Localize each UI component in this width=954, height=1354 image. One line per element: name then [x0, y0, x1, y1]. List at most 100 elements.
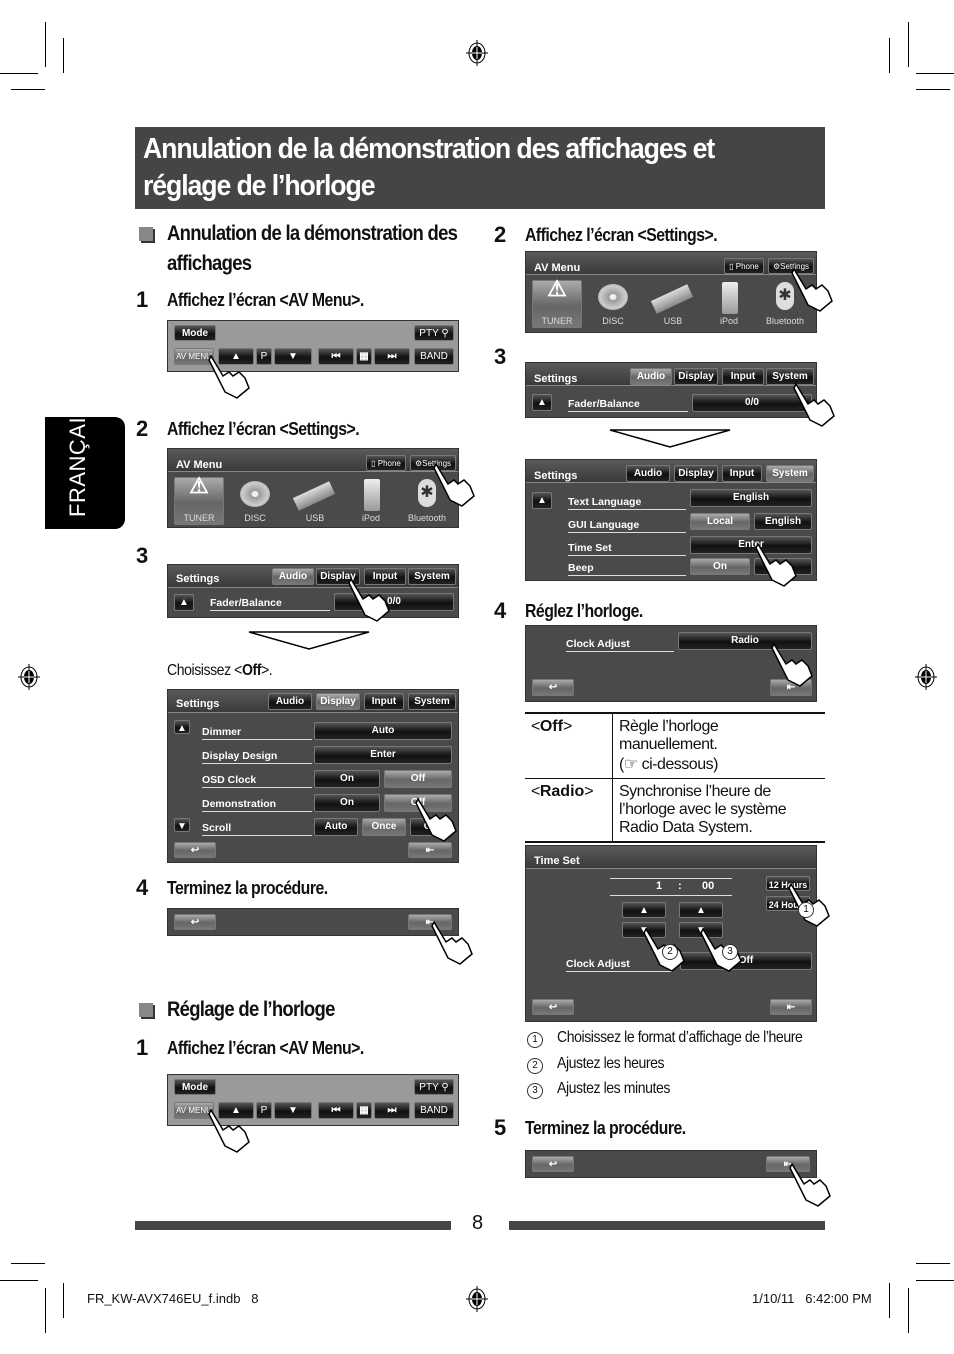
pty-search-button[interactable]: PTY ⚲: [414, 1079, 454, 1095]
row-label-gui-language: GUI Language: [568, 519, 686, 533]
preset-down-button[interactable]: ▼: [274, 1102, 312, 1119]
ipod-icon[interactable]: [722, 282, 738, 314]
step-text: Affichez l’écran <Settings>.: [525, 225, 718, 245]
osd-clock-on-button[interactable]: On: [314, 770, 380, 788]
tab-system[interactable]: System: [408, 568, 456, 585]
phone-button[interactable]: ▯ Phone: [366, 455, 406, 471]
crop-mark: [45, 1288, 46, 1333]
hour-up-button[interactable]: ▲: [622, 902, 666, 918]
demonstration-on-button[interactable]: On: [314, 794, 380, 812]
source-ipod-label: iPod: [361, 513, 380, 523]
settings-audio-screen: Settings Audio Display Input System ▲ Fa…: [525, 362, 817, 418]
next-track-button[interactable]: ⏭: [374, 348, 410, 365]
band-button[interactable]: BAND: [414, 1102, 454, 1119]
source-usb-label: USB: [663, 316, 683, 326]
exit-button[interactable]: ⇤: [770, 999, 812, 1015]
back-button[interactable]: ↩: [174, 842, 216, 858]
gui-language-local-button[interactable]: Local: [690, 513, 750, 530]
row-label-osd-clock: OSD Clock: [202, 774, 312, 788]
scroll-down-button[interactable]: ▼: [174, 818, 190, 832]
tab-display[interactable]: Display: [674, 368, 718, 385]
screen-title: AV Menu: [534, 262, 581, 274]
back-button[interactable]: ↩: [532, 679, 574, 696]
tab-audio[interactable]: Audio: [268, 693, 312, 710]
tuner-tower-icon: ⚠: [547, 276, 567, 301]
minute-value: 00: [702, 880, 715, 892]
osd-clock-off-button[interactable]: Off: [384, 770, 452, 788]
pty-search-button[interactable]: PTY ⚲: [414, 325, 454, 341]
previous-track-button[interactable]: ⏮: [318, 1102, 354, 1119]
tab-audio[interactable]: Audio: [626, 465, 670, 482]
crop-mark: [889, 1283, 890, 1318]
usb-icon[interactable]: [292, 481, 336, 511]
preset-down-button[interactable]: ▼: [274, 348, 312, 365]
usb-icon[interactable]: [650, 284, 694, 314]
pointing-hand-icon: [771, 642, 813, 687]
beep-on-button[interactable]: On: [690, 558, 750, 575]
phone-button[interactable]: ▯ Phone: [724, 258, 764, 274]
scroll-auto-button[interactable]: Auto: [314, 818, 358, 836]
pointing-hand-icon: [208, 1108, 250, 1153]
previous-track-button[interactable]: ⏮: [318, 348, 354, 365]
tab-input[interactable]: Input: [364, 693, 404, 710]
note-text: Ajustez les minutes: [557, 1080, 670, 1097]
preset-p-button[interactable]: P: [256, 1102, 272, 1119]
step-text: Affichez l’écran <AV Menu>.: [167, 290, 364, 310]
ipod-icon[interactable]: [364, 479, 380, 511]
tab-display[interactable]: Display: [316, 693, 360, 710]
tab-system[interactable]: System: [408, 693, 456, 710]
page-title: Annulation de la démonstration des affic…: [143, 133, 715, 202]
text-language-value-button[interactable]: English: [690, 489, 812, 507]
step-number: 1: [136, 1035, 149, 1060]
step-number: 3: [136, 543, 149, 568]
band-button[interactable]: BAND: [414, 348, 454, 365]
step-text: Terminez la procédure.: [525, 1118, 686, 1138]
disc-icon[interactable]: [598, 284, 628, 310]
scroll-once-button[interactable]: Once: [362, 818, 406, 836]
tab-system[interactable]: System: [766, 465, 814, 482]
scroll-up-button[interactable]: ▲: [532, 492, 552, 509]
step-number: 5: [494, 1115, 507, 1140]
gui-language-english-button[interactable]: English: [754, 513, 812, 530]
disc-icon[interactable]: [240, 481, 270, 507]
source-disc-label: DISC: [602, 316, 624, 326]
scroll-up-button[interactable]: ▲: [532, 394, 552, 411]
return-arrow-icon: ↩: [190, 845, 200, 856]
picture-button[interactable]: ▦: [356, 348, 372, 365]
crop-mark: [916, 1280, 954, 1281]
preset-p-button[interactable]: P: [256, 348, 272, 365]
pointing-hand-icon: [789, 1162, 831, 1207]
hour-value: 1: [656, 880, 663, 892]
screen-title: Settings: [534, 373, 578, 385]
mode-button[interactable]: Mode: [174, 1079, 216, 1095]
tab-input[interactable]: Input: [722, 368, 764, 385]
description-line: Synchronise l’heure de l’horloge avec le…: [619, 783, 787, 836]
scroll-up-button[interactable]: ▲: [174, 720, 190, 734]
mode-button[interactable]: Mode: [174, 325, 216, 341]
screen-title: Settings: [176, 573, 220, 585]
tab-input[interactable]: Input: [722, 465, 762, 482]
display-design-enter-button[interactable]: Enter: [314, 746, 452, 764]
time-separator: :: [678, 880, 682, 892]
back-button[interactable]: ↩: [532, 1156, 574, 1172]
back-button[interactable]: ↩: [532, 999, 574, 1015]
key-prefix: <: [531, 783, 540, 800]
dimmer-value-button[interactable]: Auto: [314, 722, 452, 740]
down-arrow-icon: [609, 429, 731, 448]
picture-button[interactable]: ▦: [356, 1102, 372, 1119]
note-text: Ajustez les heures: [557, 1055, 665, 1072]
tab-display[interactable]: Display: [674, 465, 718, 482]
tab-audio[interactable]: Audio: [272, 568, 314, 585]
exit-button[interactable]: ⇤: [408, 842, 452, 858]
next-track-button[interactable]: ⏭: [374, 1102, 410, 1119]
description-reference: (☞ ci-dessous): [619, 756, 718, 773]
finish-bar-screen: ↩ ⇤: [525, 1150, 817, 1178]
crop-mark: [11, 1263, 45, 1264]
scroll-up-button[interactable]: ▲: [174, 594, 194, 611]
minute-up-button[interactable]: ▲: [679, 902, 723, 918]
instruction-suffix: >.: [260, 662, 273, 679]
back-button[interactable]: ↩: [174, 914, 216, 930]
section-marker-icon: [139, 1003, 153, 1017]
row-label-text-language: Text Language: [568, 496, 686, 510]
tab-audio[interactable]: Audio: [630, 368, 672, 385]
